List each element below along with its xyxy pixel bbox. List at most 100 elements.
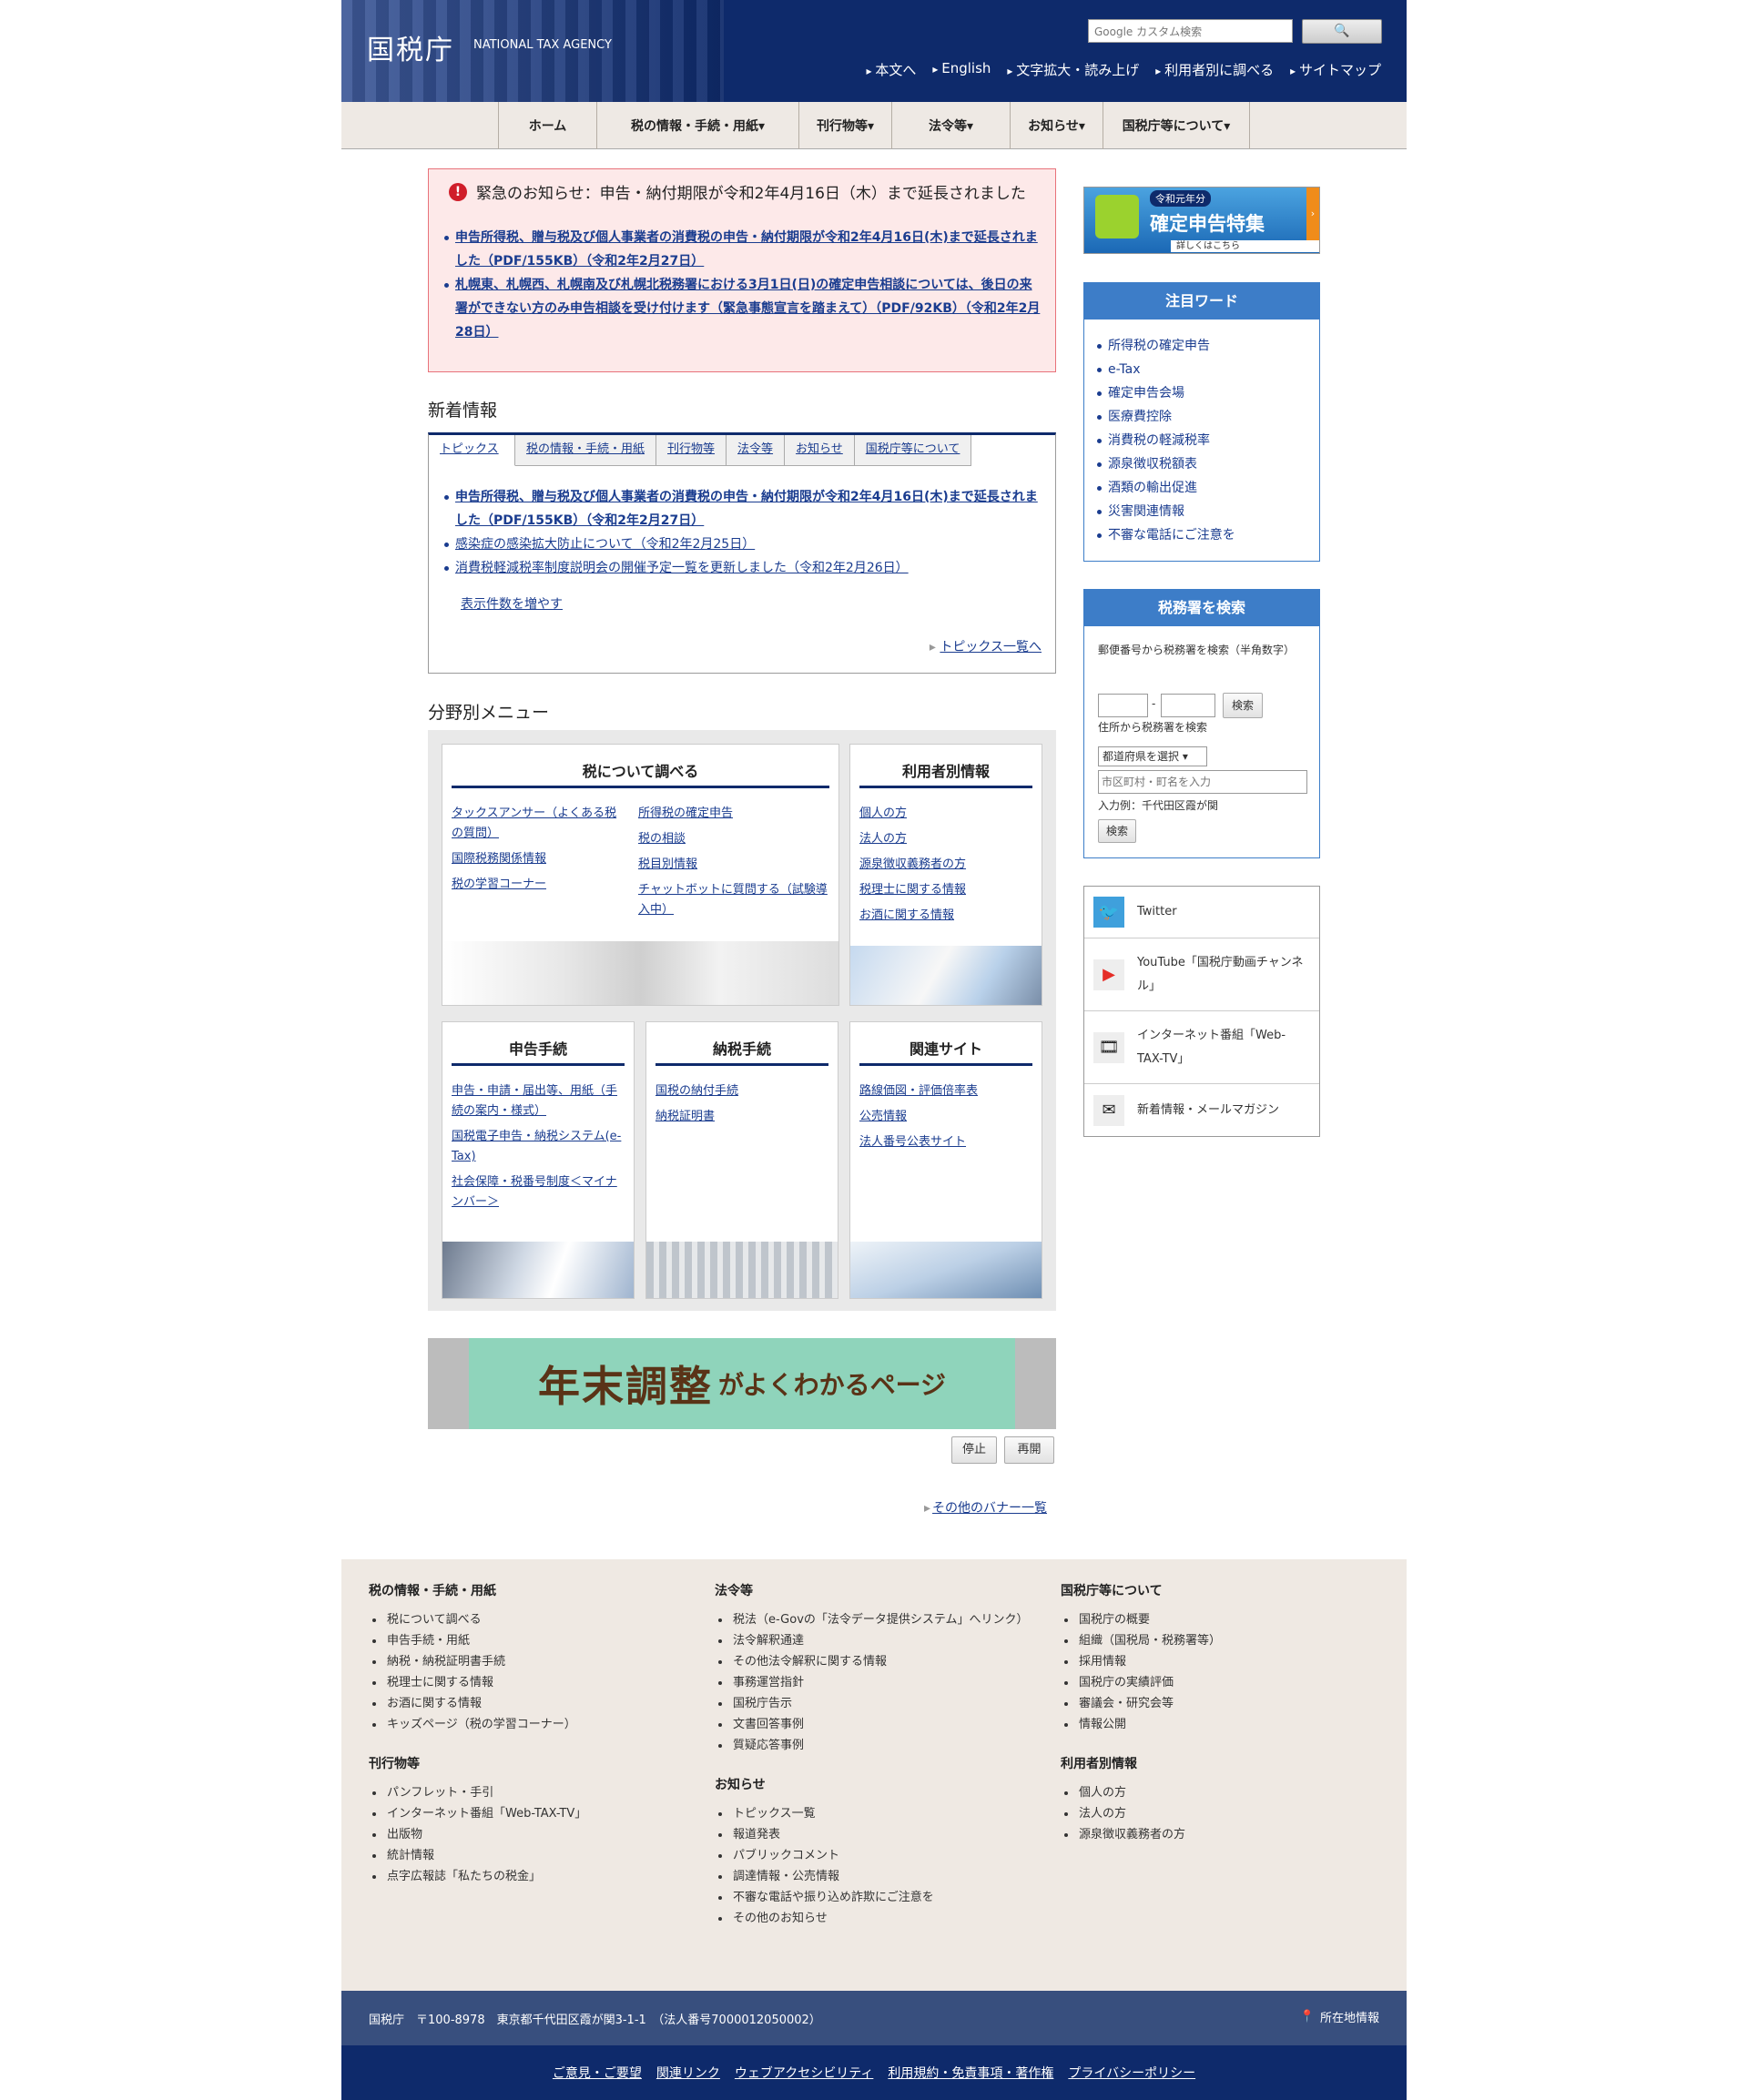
link-tax-answer[interactable]: タックスアンサー（よくある税の質問） (452, 804, 625, 844)
link-withholding[interactable]: 源泉徴収義務者の方 (859, 855, 1032, 875)
nav-notices[interactable]: お知らせ▾ (1010, 102, 1103, 149)
link-etax[interactable]: 国税電子申告・納税システム(e-Tax) (452, 1127, 625, 1167)
link-skip-to-content[interactable]: 本文へ (867, 60, 916, 79)
footer-link[interactable]: 国税庁の実績評価 (1061, 1672, 1379, 1693)
footer-link[interactable]: 情報公開 (1061, 1714, 1379, 1735)
social-twitter[interactable]: 🐦 Twitter (1084, 887, 1319, 938)
link-sitemap[interactable]: サイトマップ (1290, 60, 1381, 79)
footer-link[interactable]: 税法（e-Govの「法令データ提供システム」へリンク） (715, 1609, 1033, 1630)
news-link[interactable]: 申告所得税、贈与税及び個人事業者の消費税の申告・納付期限が令和2年4月16日(木… (455, 490, 1038, 528)
link-text-size[interactable]: 文字拡大・読み上げ (1007, 60, 1139, 79)
prefecture-select[interactable]: 都道府県を選択 ▾ (1098, 746, 1207, 766)
link-income-tax-return[interactable]: 所得税の確定申告 (638, 804, 829, 824)
footer-link[interactable]: 申告手続・用紙 (369, 1630, 687, 1651)
footer-link[interactable]: パブリックコメント (715, 1845, 1033, 1866)
search-button[interactable]: 🔍 (1302, 19, 1382, 44)
nav-laws[interactable]: 法令等▾ (891, 102, 1010, 149)
show-more-link[interactable]: 表示件数を増やす (461, 594, 563, 613)
banner-stop-button[interactable]: 停止 (951, 1436, 997, 1464)
link-corporation[interactable]: 法人の方 (859, 829, 1032, 849)
keyword-link[interactable]: 確定申告会場 (1108, 386, 1184, 401)
footer-link[interactable]: キッズページ（税の学習コーナー） (369, 1714, 687, 1735)
keyword-link[interactable]: e-Tax (1108, 362, 1140, 377)
social-webtv[interactable]: 🎞 インターネット番組「Web-TAX-TV」 (1084, 1011, 1319, 1084)
link-accessibility[interactable]: ウェブアクセシビリティ (735, 2064, 873, 2082)
footer-link[interactable]: その他のお知らせ (715, 1908, 1033, 1929)
link-tax-learning[interactable]: 税の学習コーナー (452, 875, 625, 895)
link-individual[interactable]: 個人の方 (859, 804, 1032, 824)
footer-link[interactable]: お酒に関する情報 (369, 1693, 687, 1714)
link-feedback[interactable]: ご意見・ご要望 (553, 2064, 642, 2082)
banner-resume-button[interactable]: 再開 (1004, 1436, 1054, 1464)
footer-link[interactable]: 不審な電話や振り込め詐欺にご注意を (715, 1887, 1033, 1908)
notice-link[interactable]: 札幌東、札幌西、札幌南及び札幌北税務署における3月1日(日)の確定申告相談につい… (455, 278, 1040, 340)
footer-link[interactable]: 国税庁告示 (715, 1693, 1033, 1714)
tab-laws[interactable]: 法令等 (727, 435, 786, 466)
tab-topics[interactable]: トピックス (429, 435, 515, 466)
city-input[interactable] (1098, 770, 1307, 794)
link-by-user[interactable]: 利用者別に調べる (1155, 60, 1274, 79)
link-tax-accountant[interactable]: 税理士に関する情報 (859, 880, 1032, 900)
link-route-price[interactable]: 路線価図・評価倍率表 (859, 1081, 1032, 1101)
keyword-link[interactable]: 酒類の輸出促進 (1108, 481, 1197, 495)
social-youtube[interactable]: ▶ YouTube「国税庁動画チャンネル」 (1084, 938, 1319, 1011)
other-banners-link[interactable]: その他のバナー一覧 (924, 1498, 1047, 1517)
address-search-button[interactable]: 検索 (1098, 819, 1136, 843)
search-input[interactable]: Google カスタム検索 (1088, 19, 1293, 43)
link-auction[interactable]: 公売情報 (859, 1107, 1032, 1127)
keyword-link[interactable]: 所得税の確定申告 (1108, 339, 1210, 353)
footer-link[interactable]: 税について調べる (369, 1609, 687, 1630)
footer-link[interactable]: 文書回答事例 (715, 1714, 1033, 1735)
tab-publications[interactable]: 刊行物等 (656, 435, 727, 466)
nav-publications[interactable]: 刊行物等▾ (798, 102, 891, 149)
link-corporate-number[interactable]: 法人番号公表サイト (859, 1132, 1032, 1152)
footer-link[interactable]: 源泉徴収義務者の方 (1061, 1824, 1379, 1845)
footer-link[interactable]: インターネット番組「Web-TAX-TV」 (369, 1803, 687, 1824)
keyword-link[interactable]: 源泉徴収税額表 (1108, 457, 1197, 472)
postal-code-second[interactable] (1161, 694, 1215, 717)
topics-all-link[interactable]: トピックス一覧へ (930, 637, 1042, 655)
keyword-link[interactable]: 災害関連情報 (1108, 504, 1184, 519)
news-link[interactable]: 感染症の感染拡大防止について（令和2年2月25日） (455, 537, 755, 552)
site-logo[interactable]: 国税庁 (367, 27, 454, 67)
link-payment-procedure[interactable]: 国税の納付手続 (656, 1081, 828, 1101)
postal-code-first[interactable] (1098, 694, 1148, 717)
footer-link[interactable]: 質疑応答事例 (715, 1735, 1033, 1756)
footer-link[interactable]: 調達情報・公売情報 (715, 1866, 1033, 1887)
link-filing-forms[interactable]: 申告・申請・届出等、用紙（手続の案内・様式） (452, 1081, 625, 1121)
tab-notices[interactable]: お知らせ (785, 435, 855, 466)
link-related[interactable]: 関連リンク (656, 2064, 720, 2082)
link-tax-by-item[interactable]: 税目別情報 (638, 855, 829, 875)
postal-search-button[interactable]: 検索 (1223, 693, 1263, 718)
keyword-link[interactable]: 消費税の軽減税率 (1108, 433, 1210, 448)
footer-link[interactable]: 税理士に関する情報 (369, 1672, 687, 1693)
link-tax-certificate[interactable]: 納税証明書 (656, 1107, 828, 1127)
footer-link[interactable]: 採用情報 (1061, 1651, 1379, 1672)
social-mail[interactable]: ✉ 新着情報・メールマガジン (1084, 1084, 1319, 1136)
footer-link[interactable]: 報道発表 (715, 1824, 1033, 1845)
tab-about[interactable]: 国税庁等について (854, 435, 972, 466)
footer-link[interactable]: 統計情報 (369, 1845, 687, 1866)
keyword-link[interactable]: 医療費控除 (1108, 410, 1172, 424)
footer-link[interactable]: 出版物 (369, 1824, 687, 1845)
nav-about[interactable]: 国税庁等について▾ (1103, 102, 1250, 149)
nav-home[interactable]: ホーム (498, 102, 596, 149)
link-chatbot[interactable]: チャットボットに質問する（試験導入中） (638, 880, 829, 920)
footer-link[interactable]: 国税庁の概要 (1061, 1609, 1379, 1630)
year-end-adjustment-banner[interactable]: 年末調整 がよくわかるページ (428, 1338, 1056, 1429)
link-tax-consult[interactable]: 税の相談 (638, 829, 829, 849)
footer-link[interactable]: パンフレット・手引 (369, 1782, 687, 1803)
keyword-link[interactable]: 不審な電話にご注意を (1108, 528, 1235, 543)
location-link[interactable]: 📍 所在地情報 (1300, 2008, 1379, 2025)
link-english[interactable]: English (932, 60, 991, 79)
footer-link[interactable]: 審議会・研究会等 (1061, 1693, 1379, 1714)
link-terms[interactable]: 利用規約・免責事項・著作権 (888, 2064, 1053, 2082)
footer-link[interactable]: 納税・納税証明書手続 (369, 1651, 687, 1672)
footer-link[interactable]: 法令解釈通達 (715, 1630, 1033, 1651)
footer-link[interactable]: その他法令解釈に関する情報 (715, 1651, 1033, 1672)
footer-link[interactable]: 組織（国税局・税務署等） (1061, 1630, 1379, 1651)
footer-link[interactable]: 事務運営指針 (715, 1672, 1033, 1693)
notice-link[interactable]: 申告所得税、贈与税及び個人事業者の消費税の申告・納付期限が令和2年4月16日(木… (455, 230, 1038, 269)
link-my-number[interactable]: 社会保障・税番号制度＜マイナンバー＞ (452, 1172, 625, 1212)
nav-tax-info[interactable]: 税の情報・手続・用紙▾ (596, 102, 798, 149)
